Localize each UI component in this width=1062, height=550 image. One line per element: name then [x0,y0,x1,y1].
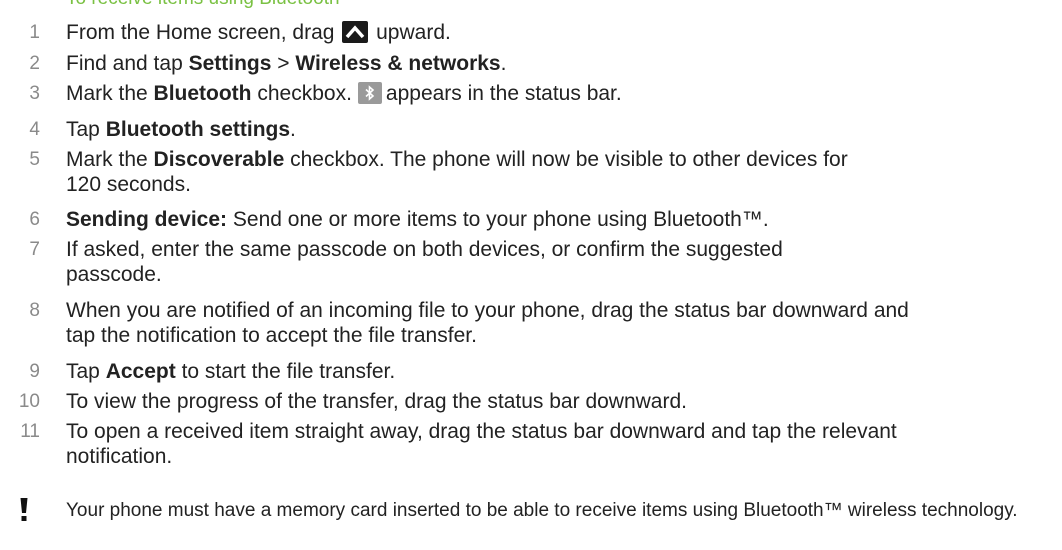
step-text: Mark the Discoverable checkbox. The phon… [66,147,866,197]
step-bold-text: Bluetooth settings [105,118,291,141]
step-number: 6 [29,209,40,230]
step-text-part: Find and tap [66,52,189,75]
step-bold-text: Wireless & networks [295,52,501,75]
step-text-part: Send one or more items to your phone usi… [227,208,769,231]
step-bold-text: Bluetooth [153,82,252,105]
up-arrow-icon [342,21,369,43]
step-text-part: checkbox. [251,82,352,105]
step-text: To open a received item straight away, d… [66,420,897,468]
exclamation-icon [17,496,31,524]
step-number: 9 [29,361,40,382]
step-text: Mark the Bluetooth checkbox. appears in t… [66,81,1036,106]
step-text: Tap Bluetooth settings. [66,117,1036,142]
step-text: Sending device: Send one or more items t… [66,207,1036,232]
step-number: 1 [29,22,40,43]
step-text-part: From the Home screen, drag [66,21,335,44]
step-text-part: Mark the [66,148,154,171]
step-number: 7 [29,239,40,260]
step-text-part: Tap [66,118,106,141]
step-number: 8 [29,300,40,321]
step-number: 11 [20,421,40,442]
step-number: 2 [29,53,40,74]
step-number: 4 [29,119,40,140]
note-text: Your phone must have a memory card inser… [66,500,1018,521]
step-text-part: Tap [66,360,106,383]
step-number: 10 [18,391,40,412]
step-text-part: upward. [376,21,451,44]
bluetooth-icon [357,82,382,104]
step-number: 3 [29,83,40,104]
step-text: Tap Accept to start the file transfer. [66,359,1036,384]
step-text: From the Home screen, drag upward. [66,20,1036,45]
step-text: Find and tap Settings > Wireless & netwo… [66,51,1036,76]
step-bold-text: Discoverable [153,148,285,171]
step-text: When you are notified of an incoming fil… [66,299,909,347]
step-text-part: . [500,52,507,75]
step-text-part: appears in the status bar. [385,82,622,105]
step-bold-text: Accept [105,360,176,383]
step-text: If asked, enter the same passcode on bot… [66,238,783,286]
step-text-part: > [271,52,296,75]
step-text: To view the progress of the transfer, dr… [66,390,687,413]
step-bold-text: Sending device: [66,208,228,231]
section-heading: To receive items using Bluetooth™ [66,0,359,11]
step-text-part: Mark the [66,82,154,105]
step-text-part: to start the file transfer. [175,360,396,383]
step-number: 5 [29,149,40,170]
step-text-part: . [290,118,296,141]
step-bold-text: Settings [188,52,272,75]
